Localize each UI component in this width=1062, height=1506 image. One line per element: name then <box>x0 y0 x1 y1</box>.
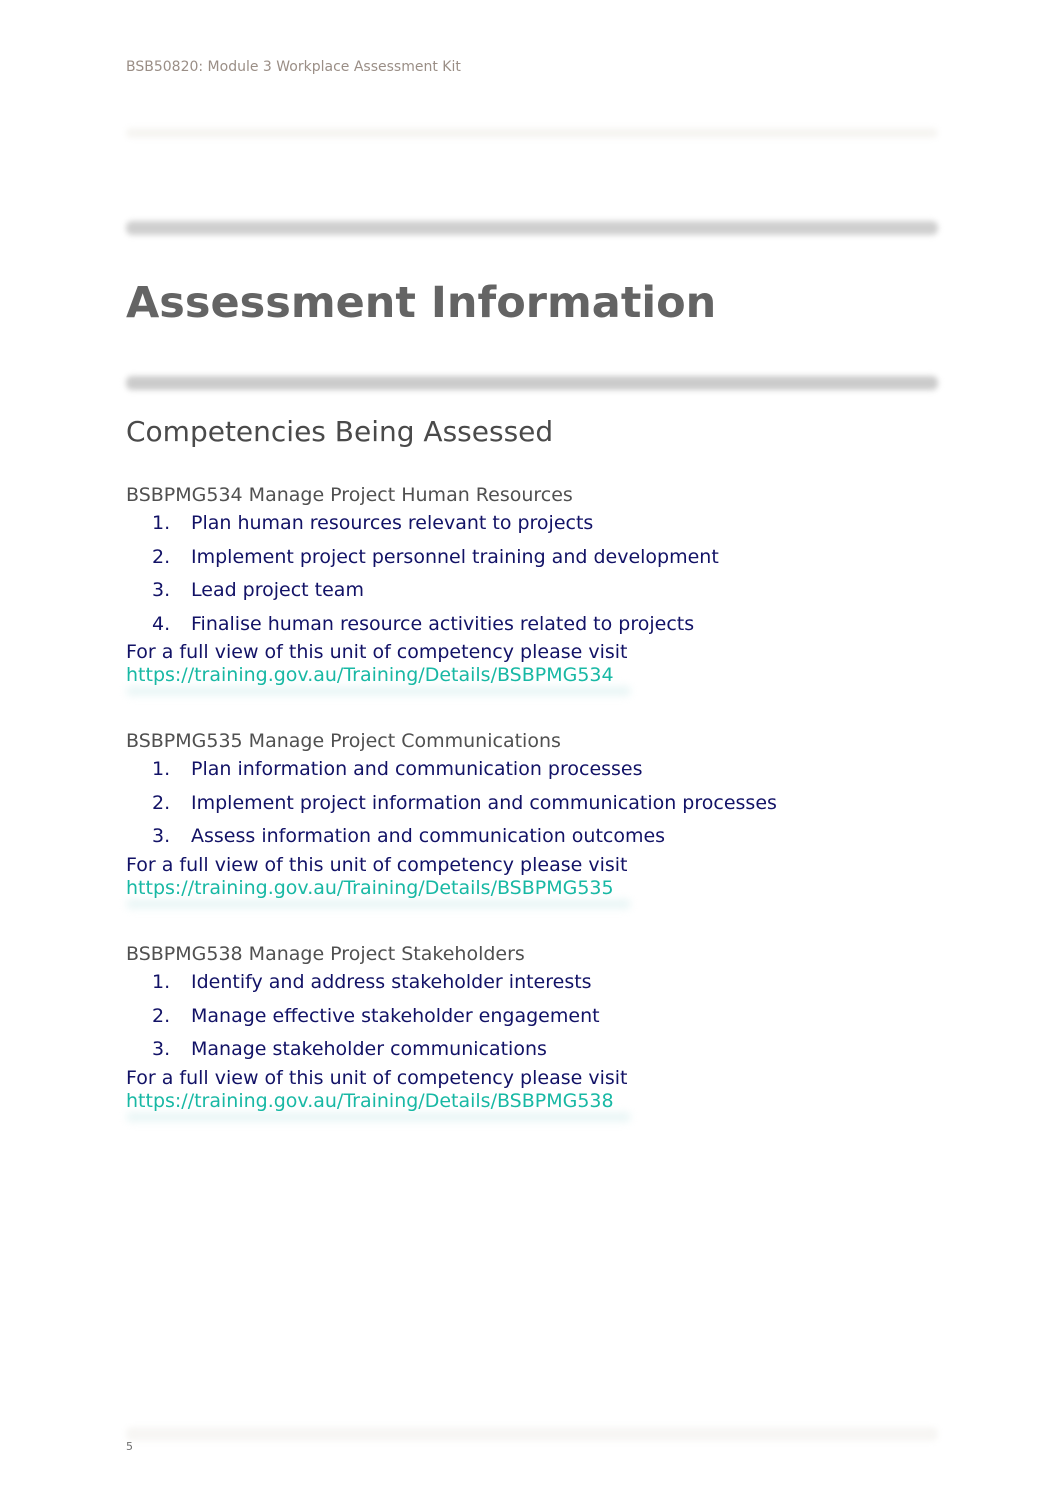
page-number: 5 <box>126 1440 133 1453</box>
footer-divider <box>126 1427 938 1441</box>
item-text: Assess information and communication out… <box>191 825 666 847</box>
item-number: 2. <box>152 1004 171 1027</box>
section-heading: Competencies Being Assessed <box>126 415 554 448</box>
unit-link[interactable]: https://training.gov.au/Training/Details… <box>126 664 631 696</box>
item-number: 3. <box>152 825 171 847</box>
title-divider-bottom <box>126 376 938 390</box>
unit-link-text[interactable]: https://training.gov.au/Training/Details… <box>126 877 614 899</box>
link-highlight <box>126 686 631 696</box>
item-text: Implement project information and commun… <box>191 791 777 814</box>
list-item: 1. Identify and address stakeholder inter… <box>126 966 926 1000</box>
header-divider <box>126 128 938 138</box>
unit-link[interactable]: https://training.gov.au/Training/Details… <box>126 877 631 909</box>
item-number: 1. <box>152 512 171 534</box>
visit-text: For a full view of this unit of competen… <box>126 641 628 663</box>
unit-section: BSBPMG535 Manage Project Communications … <box>126 729 926 909</box>
item-number: 2. <box>152 545 171 568</box>
unit-title: BSBPMG535 Manage Project Communications <box>126 730 561 752</box>
list-item: 3. Manage stakeholder communications <box>126 1033 926 1067</box>
link-highlight <box>126 898 631 909</box>
item-text: Identify and address stakeholder interes… <box>191 971 592 993</box>
unit-elements-list: 1. Plan human resources relevant to proje… <box>126 507 926 641</box>
item-text: Lead project team <box>191 579 364 601</box>
list-item: 3. Lead project team <box>126 574 926 608</box>
unit-title: BSBPMG538 Manage Project Stakeholders <box>126 943 525 965</box>
list-item: 3. Assess information and communication o… <box>126 820 926 854</box>
item-text: Implement project personnel training and… <box>191 545 719 568</box>
item-text: Manage stakeholder communications <box>191 1038 547 1060</box>
title-divider-top <box>126 221 938 235</box>
item-number: 4. <box>152 612 171 635</box>
item-text: Plan human resources relevant to project… <box>191 512 594 534</box>
unit-section: BSBPMG534 Manage Project Human Resources… <box>126 483 926 696</box>
item-text: Manage effective stakeholder engagement <box>191 1004 600 1027</box>
list-item: 4. Finalise human resource activities rel… <box>126 608 926 642</box>
unit-elements-list: 1. Identify and address stakeholder inter… <box>126 966 926 1067</box>
document-header: BSB50820: Module 3 Workplace Assessment … <box>126 59 461 75</box>
item-number: 3. <box>152 579 171 601</box>
list-item: 2. Manage effective stakeholder engagemen… <box>126 1000 926 1034</box>
unit-elements-list: 1. Plan information and communication pro… <box>126 753 926 854</box>
list-item: 1. Plan human resources relevant to proje… <box>126 507 926 541</box>
unit-link-text[interactable]: https://training.gov.au/Training/Details… <box>126 664 614 686</box>
unit-link[interactable]: https://training.gov.au/Training/Details… <box>126 1090 631 1122</box>
visit-text: For a full view of this unit of competen… <box>126 853 628 876</box>
list-item: 1. Plan information and communication pro… <box>126 753 926 787</box>
unit-section: BSBPMG538 Manage Project Stakeholders 1.… <box>126 942 926 1122</box>
item-text: Finalise human resource activities relat… <box>191 612 695 635</box>
unit-title: BSBPMG534 Manage Project Human Resources <box>126 484 573 506</box>
item-number: 3. <box>152 1038 171 1060</box>
list-item: 2. Implement project information and comm… <box>126 787 926 821</box>
item-number: 1. <box>152 758 171 780</box>
unit-link-text[interactable]: https://training.gov.au/Training/Details… <box>126 1090 614 1112</box>
visit-text: For a full view of this unit of competen… <box>126 1066 628 1089</box>
page-title: Assessment Information <box>126 278 717 328</box>
item-text: Plan information and communication proce… <box>191 758 643 780</box>
list-item: 2. Implement project personnel training a… <box>126 541 926 575</box>
item-number: 1. <box>152 971 171 993</box>
item-number: 2. <box>152 791 171 814</box>
link-highlight <box>126 1111 631 1122</box>
